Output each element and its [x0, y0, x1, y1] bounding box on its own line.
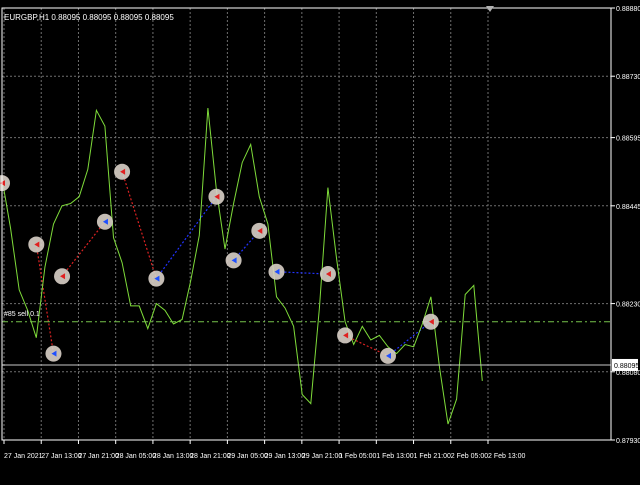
- x-tick-label: 27 Jan 21:00: [78, 453, 119, 460]
- y-tick-label: 0.88595: [616, 136, 640, 143]
- x-tick-label: 2 Feb 13:00: [488, 453, 525, 460]
- y-tick-label: 0.87930: [616, 438, 640, 445]
- order-level-label: #85 sell 0.1: [4, 311, 40, 318]
- y-tick-label: 0.88880: [616, 6, 640, 13]
- symbol-info: EURGBP,H1 0.88095 0.88095 0.88095 0.8809…: [4, 13, 174, 22]
- x-tick-label: 28 Jan 05:00: [116, 453, 157, 460]
- x-tick-label: 27 Jan 2021: [4, 453, 43, 460]
- x-tick-label: 28 Jan 21:00: [190, 453, 231, 460]
- x-tick-label: 28 Jan 13:00: [153, 453, 194, 460]
- x-tick-label: 2 Feb 05:00: [451, 453, 488, 460]
- price-chart[interactable]: #85 sell 0.1 0.88095 0.88880 0.88730 0.8859…: [0, 0, 640, 480]
- chart-canvas[interactable]: #85 sell 0.10.88095 0.888800.887300.8859…: [0, 0, 640, 480]
- chart-background: [0, 0, 640, 480]
- y-tick-label: 0.88730: [616, 74, 640, 81]
- x-tick-label: 29 Jan 13:00: [265, 453, 306, 460]
- x-tick-label: 29 Jan 21:00: [302, 453, 343, 460]
- x-tick-label: 27 Jan 13:00: [41, 453, 82, 460]
- x-tick-label: 1 Feb 05:00: [339, 453, 376, 460]
- y-tick-label: 0.88080: [616, 370, 640, 377]
- y-tick-label: 0.88230: [616, 302, 640, 309]
- y-tick-label: 0.88445: [616, 204, 640, 211]
- x-tick-label: 1 Feb 13:00: [376, 453, 413, 460]
- x-tick-label: 1 Feb 21:00: [414, 453, 451, 460]
- x-tick-label: 29 Jan 05:00: [227, 453, 268, 460]
